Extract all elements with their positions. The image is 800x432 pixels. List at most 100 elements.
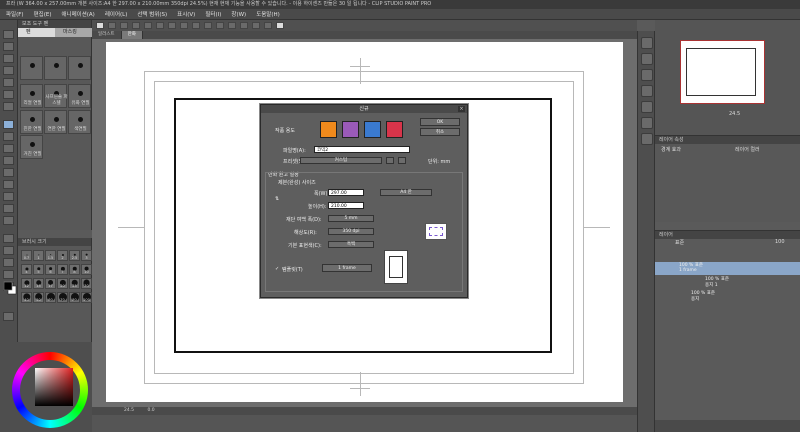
brush-size-cell[interactable]: 8 (69, 264, 80, 275)
brush-size-cell[interactable]: 12 (21, 278, 32, 289)
brush-size-cell[interactable]: 30 (81, 278, 92, 289)
deselect-icon[interactable] (204, 22, 212, 29)
snap-icon[interactable] (264, 22, 272, 29)
brush-size-cell[interactable]: 20 (57, 278, 68, 289)
navigator-icon[interactable] (641, 37, 653, 49)
gradient-icon[interactable] (3, 216, 14, 225)
preset-save-icon[interactable] (386, 157, 394, 164)
undo-icon[interactable] (144, 22, 152, 29)
subtool-item[interactable] (44, 56, 67, 80)
resolution-select[interactable]: 350 dpi (328, 228, 374, 235)
brush-size-cell[interactable]: 5 (33, 264, 44, 275)
subtool-item[interactable]: 유화 연필 (68, 84, 91, 108)
brush-size-cell[interactable]: 1 (33, 250, 44, 261)
height-input[interactable]: 210.00 (328, 202, 364, 209)
menu-window[interactable]: 창(W) (231, 10, 246, 18)
transform-icon[interactable] (180, 22, 188, 29)
layer-row-paper[interactable]: 100 % 표준 용지 (655, 290, 800, 303)
menu-file[interactable]: 파일(F) (6, 10, 24, 18)
text-tool-icon[interactable] (3, 270, 14, 279)
layer-row-frame[interactable]: 100 % 표준 1 frame (655, 262, 800, 275)
eyedropper-icon[interactable] (3, 102, 14, 111)
tab-comic[interactable]: 만화 (121, 31, 143, 39)
blend-mode-select[interactable]: 표준 (675, 239, 684, 246)
brush-size-cell[interactable]: 17 (45, 278, 56, 289)
brush-size-cell[interactable]: 25 (69, 278, 80, 289)
move-tool-icon[interactable] (3, 42, 14, 51)
color-mode-select[interactable]: 흑백 (328, 241, 374, 248)
select-icon[interactable] (192, 22, 200, 29)
tab-masking[interactable]: 마스킹 (55, 28, 92, 37)
comic-use-icon[interactable] (342, 121, 359, 138)
menu-help[interactable]: 도움말(H) (256, 10, 280, 18)
subtool-item[interactable]: 진한 연필 (20, 110, 43, 134)
auto-select-icon[interactable] (3, 90, 14, 99)
menu-view[interactable]: 표시(V) (177, 10, 195, 18)
subtool-item[interactable]: 연한 연필 (44, 110, 67, 134)
brush-icon[interactable] (240, 22, 248, 29)
subtool-item[interactable]: 거친 연필 (20, 135, 43, 159)
zoom-readout[interactable]: 24.5 (124, 408, 134, 413)
lasso-tool-icon[interactable] (3, 78, 14, 87)
correct-line-icon[interactable] (3, 312, 14, 321)
brush-size-cell[interactable]: 40 (21, 292, 32, 303)
tab-illustration[interactable]: 일러스트 (92, 31, 122, 39)
ok-button[interactable]: OK (420, 118, 460, 126)
new-file-icon[interactable] (108, 22, 116, 29)
fill-icon[interactable] (228, 22, 236, 29)
subtool-item[interactable] (68, 56, 91, 80)
subtool-item[interactable]: 사프펜슬 파스텔 (44, 84, 68, 108)
close-icon[interactable]: × (458, 106, 465, 112)
color-swatch-icon[interactable] (3, 280, 17, 296)
layer-row-paper1[interactable]: 100 % 표준 용지 1 (655, 276, 800, 289)
redo-icon[interactable] (156, 22, 164, 29)
saturation-value-square[interactable] (35, 368, 73, 406)
material-icon[interactable] (641, 117, 653, 129)
history-icon[interactable] (641, 101, 653, 113)
preset-delete-icon[interactable] (398, 157, 406, 164)
pen-tool-icon[interactable] (3, 120, 14, 129)
bleed-select[interactable]: 5 mm (328, 215, 374, 222)
save-icon[interactable] (132, 22, 140, 29)
brush-size-cell[interactable]: 0.7 (21, 250, 32, 261)
brush-size-cell[interactable]: 15 (33, 278, 44, 289)
menu-filter[interactable]: 필터(I) (205, 10, 221, 18)
frame-icon[interactable] (3, 246, 14, 255)
pencil-tool-icon[interactable] (3, 132, 14, 141)
clear-icon[interactable] (168, 22, 176, 29)
airbrush-icon[interactable] (3, 156, 14, 165)
eraser-icon[interactable] (3, 180, 14, 189)
operation-tool-icon[interactable] (3, 54, 14, 63)
brush-size-cell[interactable]: 80 (69, 292, 80, 303)
brush-size-cell[interactable]: 3 (81, 250, 92, 261)
brush-size-cell[interactable]: 60 (45, 292, 56, 303)
link-icon[interactable]: ⇅ (275, 196, 279, 202)
menu-edit[interactable]: 편집(E) (34, 10, 52, 18)
menu-animation[interactable]: 애니메이션(A) (61, 10, 94, 18)
subtool-item[interactable] (20, 56, 43, 80)
brush-size-cell[interactable]: 2.5 (69, 250, 80, 261)
open-file-icon[interactable] (120, 22, 128, 29)
ruler-icon[interactable] (3, 258, 14, 267)
blend-icon[interactable] (3, 192, 14, 201)
move-layer-icon[interactable] (3, 66, 14, 75)
opacity-value[interactable]: 100 (775, 239, 785, 245)
subview-icon[interactable] (641, 53, 653, 65)
decoration-icon[interactable] (3, 168, 14, 177)
settings-icon[interactable] (252, 22, 260, 29)
subtool-item[interactable]: 리얼 연필 (20, 84, 43, 108)
template-checkbox[interactable]: ✓ (275, 266, 279, 272)
brush-size-cell[interactable]: 4 (21, 264, 32, 275)
zoom-tool-icon[interactable] (3, 30, 14, 39)
brush-size-cell[interactable]: 2 (57, 250, 68, 261)
animation-use-icon[interactable] (386, 121, 403, 138)
illustration-use-icon[interactable] (320, 121, 337, 138)
subtool-item[interactable]: 색연필 (68, 110, 91, 134)
eye-icon[interactable] (96, 22, 104, 29)
tool-property-icon[interactable] (641, 85, 653, 97)
search-icon[interactable] (641, 69, 653, 81)
paper-size-select[interactable]: A4 한 (380, 189, 432, 196)
menu-layer[interactable]: 레이어(L) (105, 10, 128, 18)
help-icon[interactable] (276, 22, 284, 29)
figure-icon[interactable] (3, 234, 14, 243)
